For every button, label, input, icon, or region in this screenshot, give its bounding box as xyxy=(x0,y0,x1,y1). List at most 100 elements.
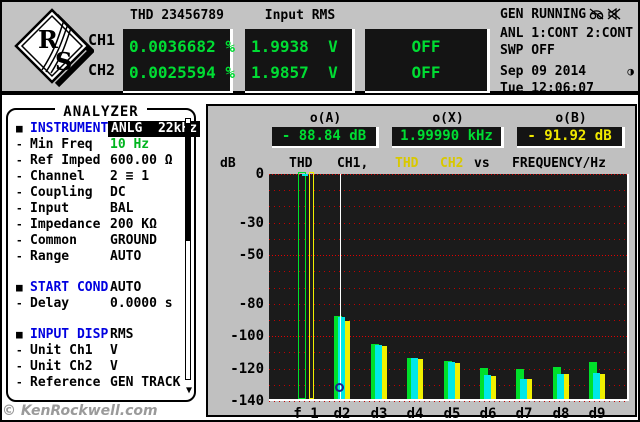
bar-d6-thd-ch2 xyxy=(491,376,496,399)
analyzer-settings-panel: ANALYZER ■ INSTRUMENT ANLG 22kHz - Min Freq 1… xyxy=(6,104,201,402)
item-marker: - xyxy=(16,170,23,183)
menu-row-input[interactable]: - Input BAL xyxy=(8,201,182,217)
gridline--100dB xyxy=(269,336,627,338)
legend-ch1: CH1, xyxy=(337,156,369,171)
watermark: © KenRockwell.com xyxy=(2,403,158,419)
ytick--100: -100 xyxy=(230,328,264,345)
gridline--90dB xyxy=(269,319,627,321)
menu-value[interactable]: 10 Hz xyxy=(110,137,149,153)
gridline--80dB xyxy=(269,303,627,305)
menu-value[interactable]: AUTO xyxy=(110,249,141,265)
menu-value[interactable]: V xyxy=(110,343,118,359)
x-cursor-line[interactable] xyxy=(340,174,341,401)
readout-label-o(A): o(A) xyxy=(309,111,342,126)
status-block: GEN RUNNING ANL 1:CONT 2:CONT SWP OFF Se… xyxy=(500,6,636,97)
input-rms-title: Input RMS xyxy=(264,8,336,23)
menu-row-start-cond[interactable]: ■ START COND AUTO xyxy=(8,280,182,296)
menu-row-coupling[interactable]: - Coupling DC xyxy=(8,185,182,201)
menu-value[interactable]: V xyxy=(110,359,118,375)
menu-label: Delay xyxy=(30,296,70,311)
panel-scrollbar[interactable] xyxy=(185,118,191,380)
menu-row-instrument[interactable]: ■ INSTRUMENT ANLG 22kHz xyxy=(8,121,201,137)
menu-label: Channel xyxy=(30,169,85,184)
menu-row-ref-imped[interactable]: - Ref Imped 600.00 Ω xyxy=(8,153,182,169)
bar-f1-thd-ch2 xyxy=(309,172,314,399)
menu-row-channel[interactable]: - Channel 2 ≡ 1 xyxy=(8,169,182,185)
menu-value[interactable]: 2 ≡ 1 xyxy=(110,169,149,185)
scroll-down-arrow[interactable]: ▼ xyxy=(186,385,192,396)
menu-value[interactable]: GROUND xyxy=(110,233,157,249)
ch2-label: CH2 xyxy=(88,61,116,79)
menu-row-range[interactable]: - Range AUTO xyxy=(8,249,182,265)
menu-row-reference[interactable]: - Reference GEN TRACK xyxy=(8,375,182,391)
bar-d9-thd-ch2 xyxy=(600,373,605,399)
gridline--60dB xyxy=(269,271,627,273)
menu-value[interactable]: 0.0000 s xyxy=(110,296,173,312)
thd-chart-panel: o(A) - 88.84 dB o(X) 1.99990 kHz o(B) - 91.92… xyxy=(206,104,637,422)
item-marker: - xyxy=(16,376,23,389)
bar-f1-top-tick xyxy=(302,174,308,176)
menu-value[interactable]: DC xyxy=(110,185,126,201)
menu-row-unit-ch2[interactable]: - Unit Ch2 V xyxy=(8,359,182,375)
thd-function-title: THD 23456789 xyxy=(130,8,224,23)
top-status-bar: R S CH1 CH2 THD 23456789 0.0036682 % 0.0… xyxy=(0,0,640,97)
ytick--140: -140 xyxy=(230,393,264,409)
headphones-muted-icon xyxy=(589,8,604,25)
menu-row-common[interactable]: - Common GROUND xyxy=(8,233,182,249)
bar-d6-overlap xyxy=(484,375,491,399)
readout-value-o(A): - 88.84 dB xyxy=(272,127,379,148)
menu-value[interactable]: RMS xyxy=(110,327,133,343)
bar-d3-overlap xyxy=(375,344,382,399)
chart-legend: dB THD CH1, THD CH2 vs FREQUENCY/Hz xyxy=(208,156,635,172)
menu-row-input-disp[interactable]: ■ INPUT DISP RMS xyxy=(8,327,182,343)
readout-value-o(B): - 91.92 dB xyxy=(517,127,625,148)
ytick--80: -80 xyxy=(238,295,264,312)
menu-value[interactable]: AUTO xyxy=(110,280,141,296)
bar-d7-thd-ch2 xyxy=(527,379,532,399)
ch1-label: CH1 xyxy=(88,31,116,49)
bar-d8-thd-ch2 xyxy=(564,374,569,399)
sweep-status: SWP OFF xyxy=(500,43,555,58)
menu-label: Min Freq xyxy=(30,137,93,152)
bar-d4-overlap xyxy=(411,358,418,399)
menu-row-delay[interactable]: - Delay 0.0000 s xyxy=(8,296,182,312)
menu-row-unit-ch1[interactable]: - Unit Ch1 V xyxy=(8,343,182,359)
xtick-d4: d4 xyxy=(406,406,424,422)
readout-label-o(B): o(B) xyxy=(555,111,587,126)
xtick-d7: d7 xyxy=(515,406,533,422)
readout-value-o(X): 1.99990 kHz xyxy=(392,127,504,148)
item-marker: - xyxy=(16,297,23,310)
readout-label-o(X): o(X) xyxy=(432,111,464,126)
ytick--50: -50 xyxy=(238,247,264,264)
item-marker: - xyxy=(16,186,23,199)
menu-label: Impedance xyxy=(30,217,101,232)
section-marker: ■ xyxy=(16,281,23,294)
display-contrast-icon: ◑ xyxy=(627,65,634,78)
xtick-d6: d6 xyxy=(479,406,497,422)
input-rms-ch1-value: 1.9938 V xyxy=(251,37,338,56)
xtick-f1: f 1 xyxy=(293,406,319,422)
menu-row-impedance[interactable]: - Impedance 200 KΩ xyxy=(8,217,182,233)
menu-label: START COND xyxy=(30,280,109,295)
gridline-0dB xyxy=(269,174,627,175)
menu-label: Unit Ch2 xyxy=(30,359,93,374)
menu-value[interactable]: 600.00 Ω xyxy=(110,153,173,169)
bar-d9-overlap xyxy=(593,373,600,399)
panel-title: ANALYZER xyxy=(8,101,194,120)
menu-value[interactable]: 200 KΩ xyxy=(110,217,157,233)
menu-value[interactable]: GEN TRACK xyxy=(110,375,180,391)
item-marker: - xyxy=(16,234,23,247)
gridline--40dB xyxy=(269,238,627,240)
scrollbar-thumb[interactable] xyxy=(186,123,190,241)
ytick--30: -30 xyxy=(238,214,264,231)
logo-letter-s: S xyxy=(55,47,72,76)
gridline--20dB xyxy=(269,206,627,208)
menu-row-min-freq[interactable]: - Min Freq 10 Hz xyxy=(8,137,182,153)
menu-value[interactable]: BAL xyxy=(110,201,133,217)
legend-thd: THD xyxy=(395,156,419,171)
menu-label: Unit Ch1 xyxy=(30,343,93,358)
legend-ch2: CH2 xyxy=(440,156,464,171)
item-marker: - xyxy=(16,360,23,373)
bar-d5-thd-ch2 xyxy=(455,362,460,399)
bar-d8-overlap xyxy=(557,373,564,399)
